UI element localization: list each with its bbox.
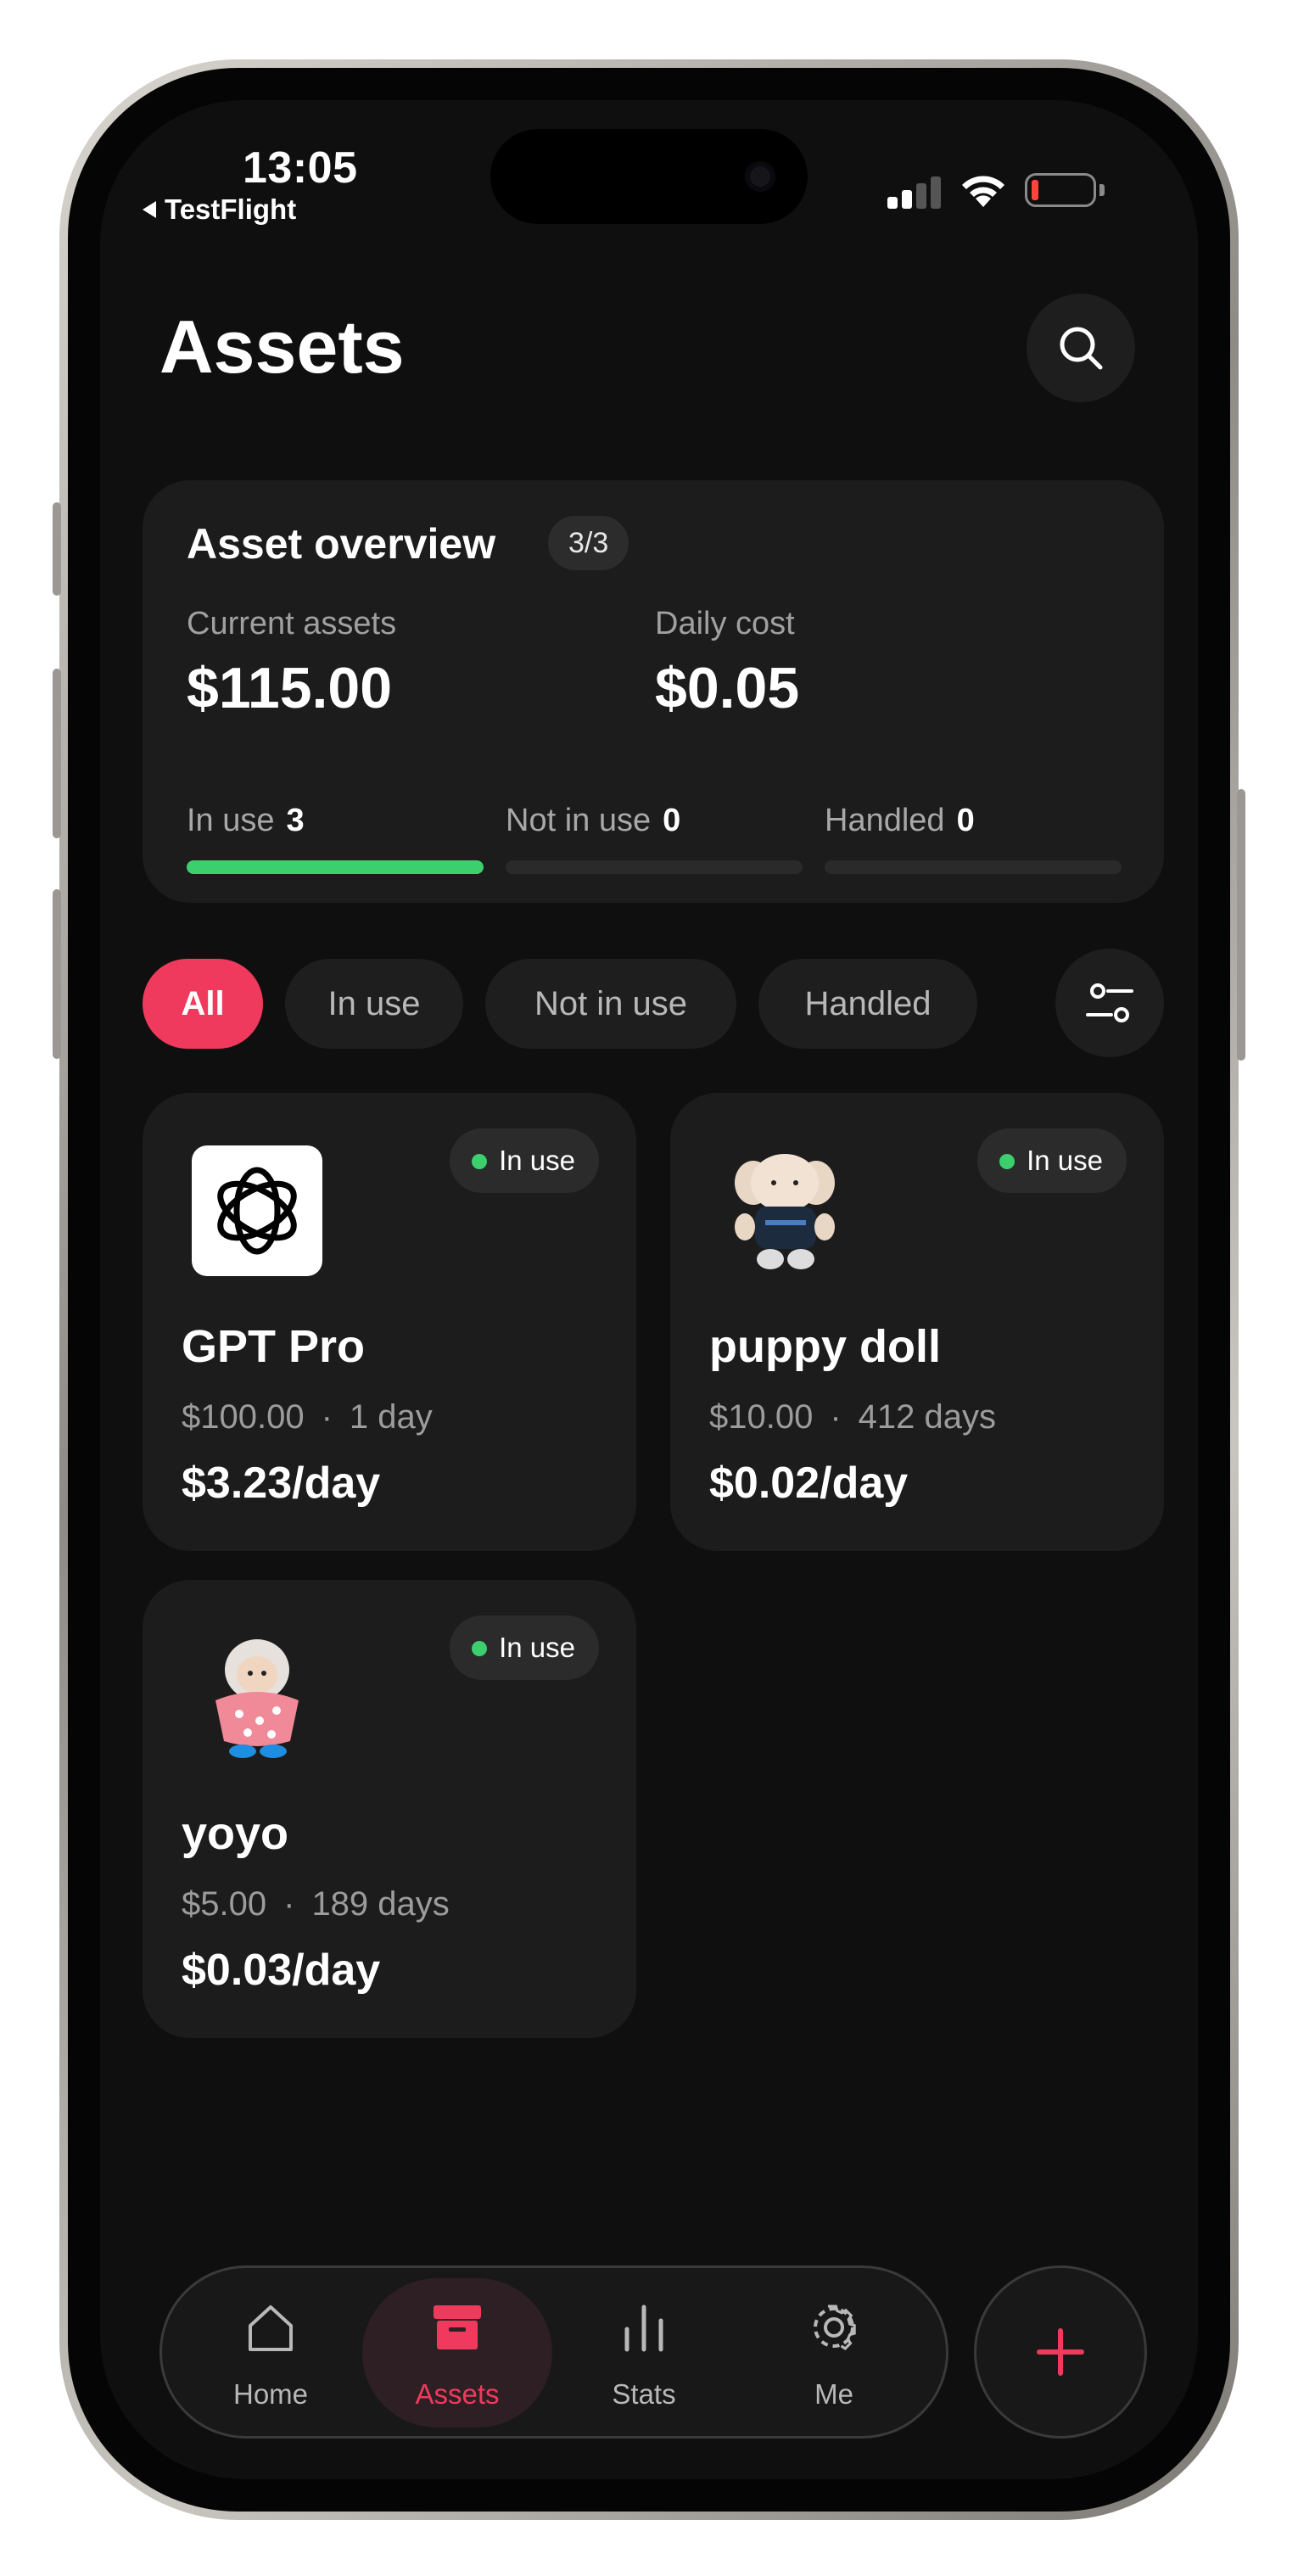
daily-cost-label: Daily cost: [655, 606, 795, 641]
bar-chart-icon: [624, 2304, 663, 2352]
add-asset-button[interactable]: [974, 2265, 1147, 2439]
asset-meta: $10.00 · 412 days: [709, 1398, 997, 1436]
stat-in-use: In use 3: [187, 803, 305, 838]
asset-daily-cost: $0.03/day: [182, 1946, 381, 1995]
asset-overview-card: Asset overview 3/3 Current assets $115.0…: [143, 480, 1164, 903]
tab-label: Assets: [415, 2378, 500, 2410]
back-arrow-icon: [143, 201, 156, 218]
overview-title: Asset overview: [187, 520, 496, 568]
asset-daily-cost: $3.23/day: [182, 1459, 381, 1508]
volume-up-button: [53, 669, 61, 838]
back-to-app-link[interactable]: TestFlight: [143, 193, 296, 226]
tab-stats[interactable]: Stats: [549, 2278, 739, 2428]
yoyo-doll-image: [192, 1632, 322, 1763]
search-button[interactable]: [1027, 294, 1135, 402]
cellular-signal-icon: [887, 175, 942, 209]
filter-chip-all[interactable]: All: [143, 959, 263, 1049]
asset-card-gpt-pro[interactable]: In use GPT Pro $100.00 · 1 day $3.23/day: [143, 1093, 636, 1551]
action-button: [53, 502, 61, 596]
asset-name: puppy doll: [709, 1321, 941, 1372]
tab-label: Stats: [612, 2378, 676, 2410]
asset-daily-cost: $0.02/day: [709, 1459, 909, 1508]
asset-meta: $5.00 · 189 days: [182, 1885, 450, 1923]
filter-chip-handled[interactable]: Handled: [758, 959, 977, 1049]
asset-name: yoyo: [182, 1808, 289, 1859]
status-badge: In use: [450, 1616, 599, 1680]
tab-label: Home: [232, 2378, 309, 2410]
openai-logo-icon: [192, 1145, 322, 1276]
filter-settings-button[interactable]: [1055, 949, 1164, 1057]
gear-icon: [814, 2304, 856, 2350]
app-screen: 13:05 TestFlight Assets Asset overview 3…: [100, 100, 1198, 2479]
filter-chip-not-in-use[interactable]: Not in use: [485, 959, 736, 1049]
asset-card-puppy-doll[interactable]: In use puppy doll $10.00 · 412 days $0.02/…: [670, 1093, 1164, 1551]
power-button: [1237, 789, 1245, 1061]
battery-icon: [1025, 173, 1096, 207]
tab-me[interactable]: Me: [739, 2278, 929, 2428]
tab-assets[interactable]: Assets: [362, 2278, 552, 2428]
handled-progress-bar: [825, 860, 1122, 874]
tab-label: Me: [814, 2378, 853, 2410]
volume-down-button: [53, 889, 61, 1059]
bottom-tab-bar: Home Assets Stats Me: [159, 2265, 948, 2439]
daily-cost-value: $0.05: [655, 656, 800, 720]
dynamic-island: [490, 129, 808, 224]
page-title: Assets: [159, 305, 405, 389]
filter-chip-in-use[interactable]: In use: [285, 959, 463, 1049]
asset-card-yoyo[interactable]: In use yoyo $5.00 · 189 days $0.03/day: [143, 1580, 636, 2038]
in-use-progress-bar: [187, 860, 484, 874]
stat-not-in-use: Not in use 0: [506, 803, 681, 838]
status-badge: In use: [450, 1128, 599, 1193]
status-time: 13:05: [243, 143, 358, 193]
overview-count-badge: 3/3: [548, 516, 629, 570]
tab-home[interactable]: Home: [176, 2278, 366, 2428]
current-assets-value: $115.00: [187, 656, 393, 720]
asset-meta: $100.00 · 1 day: [182, 1398, 433, 1436]
current-assets-label: Current assets: [187, 606, 397, 641]
puppy-doll-image: [719, 1145, 850, 1276]
status-badge: In use: [977, 1128, 1127, 1193]
stat-handled: Handled 0: [825, 803, 975, 838]
sliders-icon: [1086, 983, 1133, 1022]
wifi-icon: [962, 176, 1004, 207]
asset-name: GPT Pro: [182, 1321, 366, 1372]
search-icon: [1060, 327, 1103, 370]
not-in-use-progress-bar: [506, 860, 803, 874]
archive-box-icon: [434, 2305, 481, 2349]
back-app-label: TestFlight: [165, 193, 297, 225]
plus-icon: [1037, 2328, 1084, 2376]
home-icon: [249, 2305, 293, 2351]
